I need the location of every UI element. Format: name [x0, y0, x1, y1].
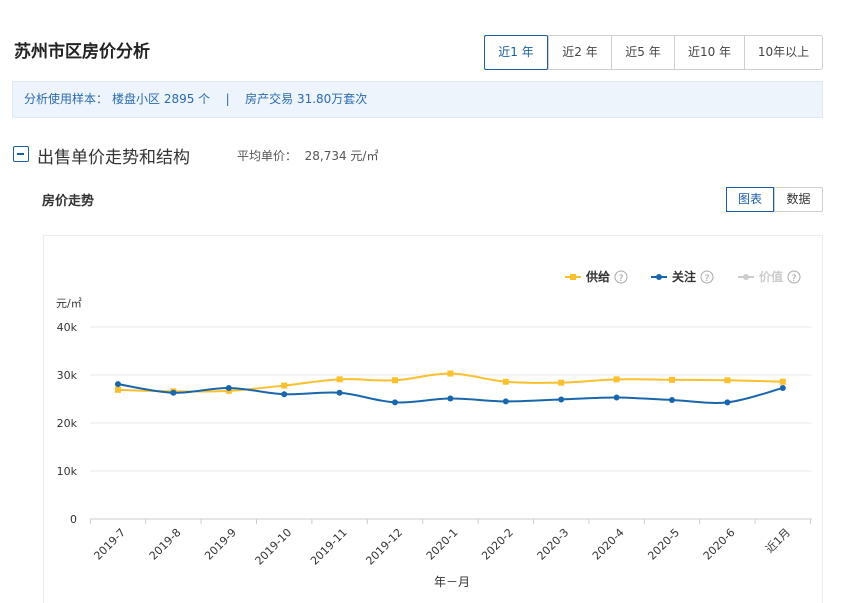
- supply-data-point: [779, 378, 786, 385]
- range-over-10-year-button[interactable]: 10年以上: [744, 36, 822, 69]
- y-tick-label: 30k: [57, 369, 78, 382]
- supply-data-point: [336, 376, 343, 383]
- y-tick-label: 40k: [57, 321, 78, 334]
- attention-legend-marker: [656, 274, 662, 280]
- y-tick-label: 10k: [57, 465, 78, 478]
- sample-info-bar: 分析使用样本： 楼盘小区 2895 个 | 房产交易 31.80万套次: [12, 81, 823, 118]
- x-tick-label: 2020-6: [701, 526, 738, 563]
- supply-data-point: [281, 382, 288, 389]
- page-title: 苏州市区房价分析: [14, 42, 150, 62]
- supply-data-point: [447, 370, 454, 377]
- x-tick-label: 2020-2: [479, 526, 516, 563]
- y-tick-label: 20k: [57, 417, 78, 430]
- x-tick-label: 2019-10: [253, 526, 295, 568]
- attention-data-point: [170, 389, 177, 396]
- attention-data-point: [613, 394, 620, 401]
- attention-data-point: [392, 399, 398, 406]
- x-tick-label: 2019-11: [308, 526, 350, 568]
- price-trend-chart: 元/㎡ 0 10k 20k 30k 40k 2019-7 2019-8 2019-9 2019-1…: [56, 269, 812, 589]
- range-2-year-button[interactable]: 近2 年: [548, 36, 611, 69]
- value-legend-marker: [743, 274, 749, 280]
- value-legend-label: 价值: [759, 269, 783, 284]
- time-range-selector: 近1 年 近2 年 近5 年 近10 年 10年以上: [484, 35, 823, 70]
- attention-data-point: [669, 396, 675, 403]
- help-icon-glyph: ?: [619, 274, 624, 284]
- y-axis-label: 元/㎡: [56, 297, 82, 310]
- supply-legend-marker: [570, 274, 576, 280]
- collapse-icon[interactable]: [13, 146, 29, 162]
- x-tick-label: 2019-12: [363, 526, 405, 568]
- supply-legend-label: 供给: [585, 269, 610, 284]
- supply-data-point: [613, 376, 620, 383]
- sample-separator: |: [225, 92, 230, 106]
- attention-data-point: [225, 384, 232, 391]
- x-tick-label: 2020-1: [424, 526, 461, 563]
- trend-title: 房价走势: [42, 194, 95, 209]
- sample-estates: 楼盘小区 2895 个: [112, 92, 211, 106]
- data-view-button[interactable]: 数据: [774, 188, 822, 211]
- section-title: 出售单价走势和结构: [37, 148, 190, 168]
- range-10-year-button[interactable]: 近10 年: [674, 36, 744, 69]
- chart-panel: 元/㎡ 0 10k 20k 30k 40k 2019-7 2019-8 2019-9 2019-1…: [43, 235, 823, 603]
- help-icon-glyph: ?: [705, 274, 710, 284]
- y-tick-label: 0: [70, 513, 77, 526]
- view-toggle: 图表 数据: [726, 187, 823, 212]
- help-icon-glyph: ?: [792, 274, 797, 284]
- attention-data-point: [558, 396, 565, 403]
- x-tick-label: 2019-9: [202, 526, 239, 563]
- supply-data-point: [115, 386, 121, 393]
- x-tick-label: 2019-7: [91, 526, 128, 563]
- supply-data-point: [392, 377, 398, 384]
- x-tick-label: 2019-8: [147, 526, 184, 563]
- attention-data-point: [724, 399, 731, 406]
- x-tick-label: 2020-5: [645, 526, 682, 563]
- attention-legend-label: 关注: [672, 269, 696, 284]
- x-tick-label: 2020-4: [590, 526, 627, 563]
- attention-data-point: [447, 395, 454, 402]
- attention-data-point: [281, 391, 288, 398]
- average-price: 平均单价： 28,734 元/㎡: [237, 149, 379, 163]
- supply-data-point: [724, 377, 731, 384]
- sample-transactions: 房产交易 31.80万套次: [245, 92, 368, 106]
- x-axis-label: 年－月: [434, 575, 470, 589]
- supply-data-point: [669, 376, 675, 383]
- attention-data-point: [779, 384, 786, 391]
- x-tick-label: 近1月: [763, 526, 793, 556]
- attention-data-point: [502, 398, 509, 405]
- chart-view-button[interactable]: 图表: [726, 187, 774, 212]
- sample-label: 分析使用样本：: [24, 92, 109, 106]
- range-1-year-button[interactable]: 近1 年: [484, 35, 548, 70]
- attention-data-point: [336, 389, 343, 396]
- x-tick-label: 2020-3: [535, 526, 572, 563]
- supply-data-point: [502, 378, 509, 385]
- range-5-year-button[interactable]: 近5 年: [611, 36, 674, 69]
- attention-data-point: [115, 381, 121, 388]
- supply-data-point: [558, 379, 565, 386]
